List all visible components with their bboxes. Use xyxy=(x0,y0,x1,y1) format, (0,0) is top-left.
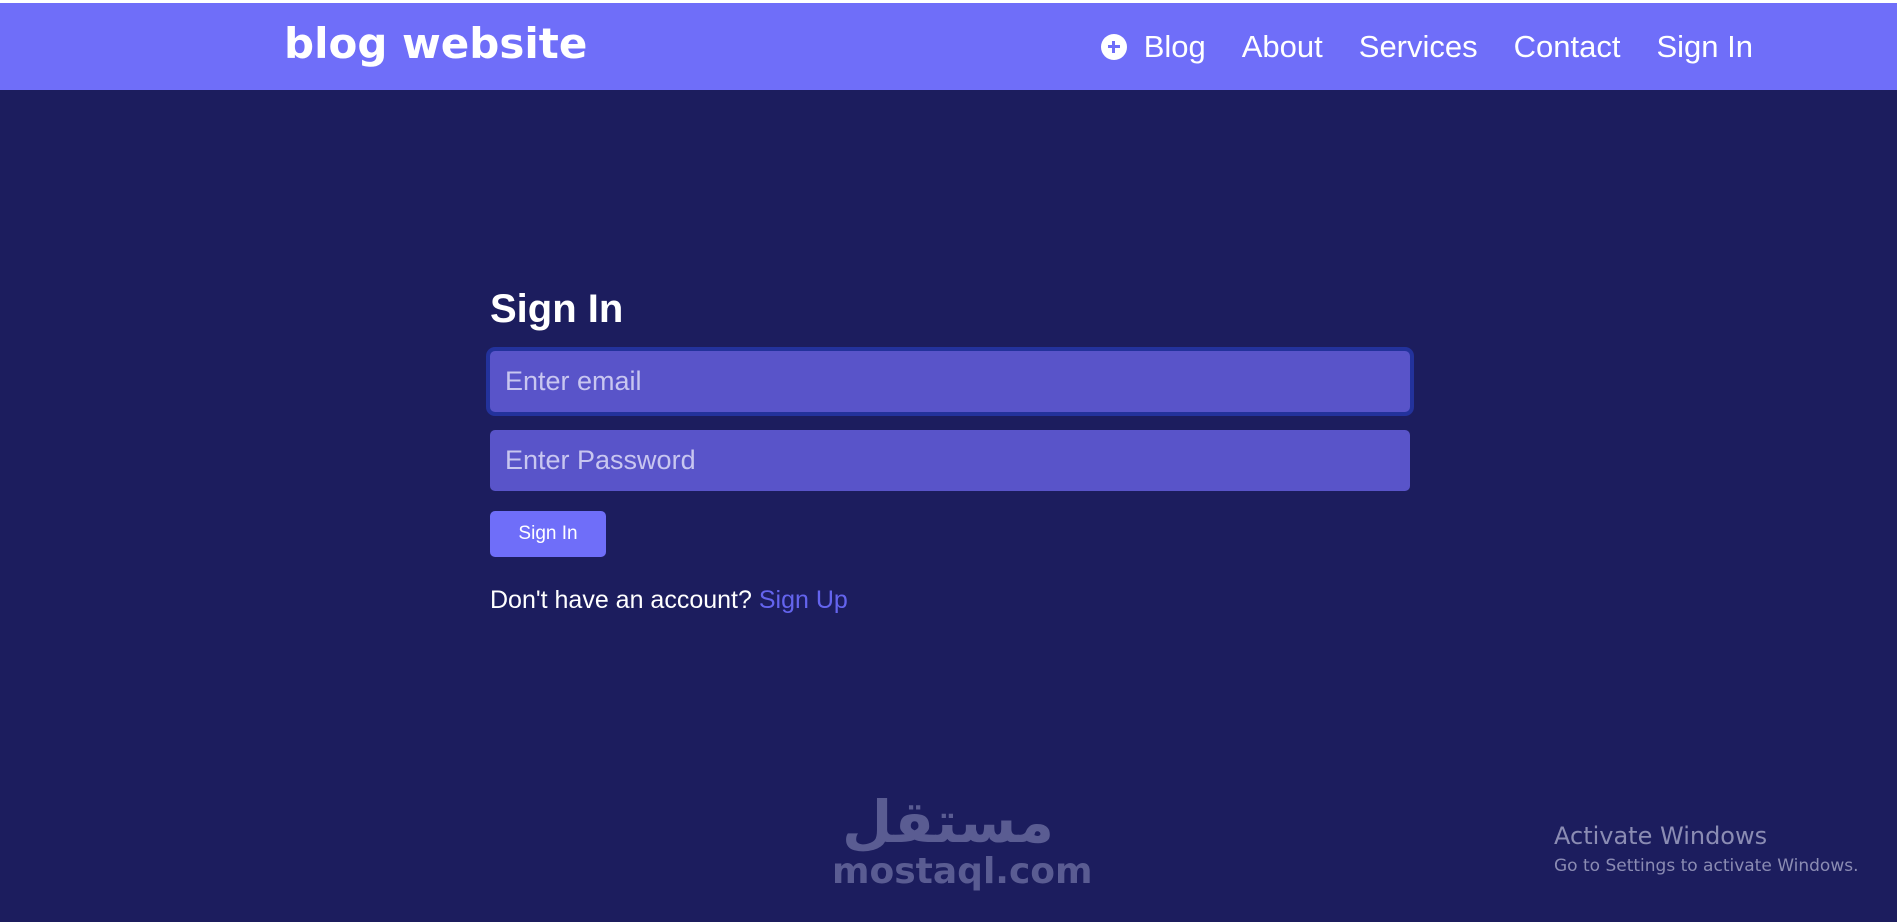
nav-item-about[interactable]: About xyxy=(1242,29,1323,65)
watermark-arabic: مستقل xyxy=(841,788,1055,856)
brand-logo[interactable]: blog website xyxy=(284,19,587,68)
nav-item-about-label[interactable]: About xyxy=(1242,29,1323,65)
plus-circle-icon[interactable] xyxy=(1100,33,1127,60)
nav-links: Blog About Services Contact Sign In xyxy=(1100,3,1753,90)
nav-item-services[interactable]: Services xyxy=(1359,29,1478,65)
watermark-latin: mostaql.com xyxy=(832,851,1093,892)
nav-item-signin-label[interactable]: Sign In xyxy=(1656,29,1753,65)
nav-item-contact-label[interactable]: Contact xyxy=(1514,29,1621,65)
nav-item-services-label[interactable]: Services xyxy=(1359,29,1478,65)
page-title: Sign In xyxy=(490,287,624,331)
mostaql-watermark: مستقل mostaql.com xyxy=(832,788,1093,892)
navbar: blog website Blog About Services Contact… xyxy=(0,3,1897,90)
nav-item-signin[interactable]: Sign In xyxy=(1656,29,1753,65)
activate-title: Activate Windows xyxy=(1554,822,1768,850)
signup-prompt: Don't have an account? Sign Up xyxy=(490,586,1410,615)
signin-button[interactable]: Sign In xyxy=(490,511,606,557)
password-input[interactable] xyxy=(490,430,1410,491)
activate-subtitle: Go to Settings to activate Windows. xyxy=(1554,856,1859,876)
nav-item-blog-label[interactable]: Blog xyxy=(1144,29,1206,65)
signup-link[interactable]: Sign Up xyxy=(759,586,848,614)
account-prompt-text: Don't have an account? xyxy=(490,586,752,614)
activate-windows-notice: Activate Windows Go to Settings to activ… xyxy=(1554,822,1859,876)
signin-form: Sign In Sign In Don't have an account? S… xyxy=(490,284,1410,615)
nav-item-blog[interactable]: Blog xyxy=(1100,29,1206,65)
email-input[interactable] xyxy=(490,351,1410,412)
nav-item-contact[interactable]: Contact xyxy=(1514,29,1621,65)
